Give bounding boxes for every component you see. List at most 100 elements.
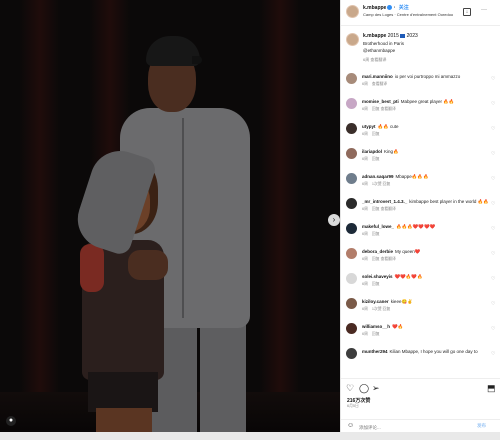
header-username[interactable]: k.mbappe [363,5,386,11]
save-icon[interactable]: ↓ [463,8,471,16]
comment-actions[interactable]: 回复 [372,132,380,136]
boy-legs [96,408,152,432]
comment-like-icon[interactable]: ♡ [491,126,495,132]
comment-text: williamso__h ❤️🔥 [362,324,403,330]
comment-actions[interactable]: 回复 [372,282,380,286]
comment-username[interactable]: makeful_lowe_ [362,224,394,229]
comment-username[interactable]: utypyt [362,124,376,129]
comment-actions[interactable]: 回复 [372,157,380,161]
comment-text: utypyt 🔥🔥 cute [362,124,398,130]
comment-like-icon[interactable]: ♡ [491,301,495,307]
window-bottom-edge [0,432,500,440]
user-tag-icon[interactable]: ● [6,416,16,426]
comment-time[interactable]: 6周 [362,257,368,261]
comment-like-icon[interactable]: ♡ [491,176,495,182]
comment-time[interactable]: 6周 [362,157,368,161]
comment-time[interactable]: 6周 [362,132,368,136]
avatar[interactable] [346,223,357,234]
caption-meta: 6周 查看翻译 [363,57,386,63]
caption-time[interactable]: 6周 [363,57,369,62]
comment-username[interactable]: williamso__h [362,324,390,329]
comment-actions[interactable]: 1次赞 回复 [372,307,390,311]
avatar[interactable] [346,298,357,309]
caption-username[interactable]: k.mbappe [363,33,386,39]
comment-like-icon[interactable]: ♡ [491,201,495,207]
comment-item: adnan.saqar99 Mbappe🔥🔥🔥 6周 1次赞 回复 ♡ [341,170,500,192]
heart-icon[interactable]: ♡ [346,383,354,393]
comment-input[interactable] [359,423,459,431]
avatar[interactable] [346,73,357,84]
comment-time[interactable]: 6周 [362,282,368,286]
comment-icon[interactable]: ◯ [359,383,369,393]
comment-username[interactable]: ilariapdol [362,149,382,154]
post-sidebar: k.mbappe · 关注 Camp des Loges · Centre d'… [340,0,500,432]
translate-link[interactable]: 查看翻译 [370,57,386,62]
comment-body: Kilian Mbappe, I hope you will go one da… [389,349,478,354]
comment-username[interactable]: solei.shaveyis [362,274,393,279]
comment-time[interactable]: 6周 [362,232,368,236]
comment-actions[interactable]: 回复 [372,332,380,336]
avatar[interactable] [346,173,357,184]
comment-username[interactable]: momise_best_pti [362,99,399,104]
comment-body: King🔥 [384,149,399,154]
share-icon[interactable]: ➢ [372,383,380,393]
comment-username[interactable]: kiziloy.caner [362,299,389,304]
comment-time[interactable]: 6周 [362,207,368,211]
avatar[interactable] [346,33,359,46]
comment-like-icon[interactable]: ♡ [491,101,495,107]
avatar[interactable] [346,98,357,109]
comment-time[interactable]: 6周 [362,82,368,86]
comment-username[interactable]: munther294 [362,349,388,354]
comment-time[interactable]: 6周 [362,307,368,311]
avatar[interactable] [346,198,357,209]
like-count[interactable]: 216万次赞 [347,397,370,404]
post-photo[interactable]: › ● [0,0,340,432]
more-icon[interactable]: ··· [481,7,487,13]
boy-shorts [88,372,158,412]
comment-like-icon[interactable]: ♡ [491,276,495,282]
avatar[interactable] [346,323,357,334]
comment-username[interactable]: adnan.saqar99 [362,174,394,179]
comment-time[interactable]: 6周 [362,332,368,336]
comment-username[interactable]: mari.manniino [362,74,393,79]
comment-like-icon[interactable]: ♡ [491,326,495,332]
comment-item: kiziloy.caner kieee😋✌️ 6周 1次赞 回复 ♡ [341,295,500,317]
follow-button[interactable]: 关注 [399,5,409,11]
comment-actions[interactable]: 回复 [372,232,380,236]
avatar[interactable] [346,5,359,18]
post-button[interactable]: 发布 [477,423,486,429]
comment-username[interactable]: _mr_introvert_1.4.3._ [362,199,407,204]
comment-time[interactable]: 6周 [362,107,368,111]
comment-actions[interactable]: 回复 查看翻译 [372,107,396,111]
verified-icon [387,5,393,11]
comment-like-icon[interactable]: ♡ [491,151,495,157]
avatar[interactable] [346,348,357,359]
avatar[interactable] [346,148,357,159]
comment-like-icon[interactable]: ♡ [491,226,495,232]
comment-meta: 6周 1次赞 回复 [362,307,394,312]
comment-actions[interactable]: 查看翻译 [372,82,387,86]
bookmark-icon[interactable]: ⬒ [487,383,496,393]
comment-like-icon[interactable]: ♡ [491,76,495,82]
comment-meta: 6周 回复 [362,332,384,337]
location-link[interactable]: Camp des Loges · Centre d'entraînement O… [363,12,453,17]
man-hand [128,250,168,280]
comment-like-icon[interactable]: ♡ [491,351,495,357]
avatar[interactable] [346,123,357,134]
next-arrow-icon[interactable]: › [328,214,340,226]
comment-item: solei.shaveyis ❤️❤️🔥❤️🔥 6周 回复 ♡ [341,270,500,292]
comment-actions[interactable]: 1次赞 回复 [372,182,390,186]
curtain [260,0,300,432]
comment-like-icon[interactable]: ♡ [491,251,495,257]
comment-time[interactable]: 6周 [362,182,368,186]
emoji-icon[interactable]: ☺ [347,422,354,429]
caption-mention[interactable]: @ethanmbappe [363,48,395,53]
comment-actions[interactable]: 回复 查看翻译 [372,257,396,261]
comment-body: Mabpee great player 🔥🔥 [400,99,455,104]
comment-text: debora_derbie My queen❤️ [362,249,420,255]
comment-username[interactable]: debora_derbie [362,249,393,254]
comment-actions[interactable]: 回复 查看翻译 [372,207,396,211]
avatar[interactable] [346,248,357,259]
avatar[interactable] [346,273,357,284]
comment-meta: 6周 回复 查看翻译 [362,207,400,212]
